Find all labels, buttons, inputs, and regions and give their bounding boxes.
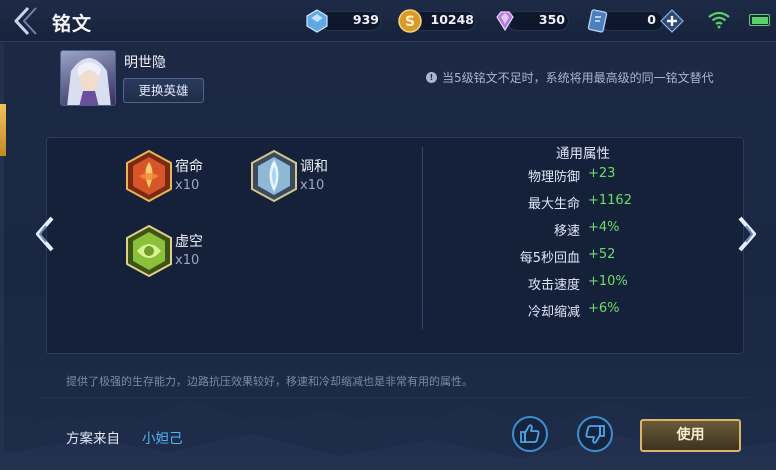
diamond-value: 350	[538, 12, 565, 27]
attribute-value: +52	[588, 247, 616, 262]
info-icon: !	[426, 72, 437, 83]
attribute-row: 攻击速度 +10%	[440, 274, 740, 294]
attribute-name: 最大生命	[527, 197, 580, 212]
wifi-icon	[708, 11, 730, 29]
rune-count: x10	[175, 178, 200, 193]
attribute-value: +1162	[588, 193, 632, 208]
hero-avatar	[60, 50, 116, 106]
harmony-rune-icon	[251, 150, 297, 202]
thumbs-up-icon	[520, 424, 540, 443]
left-accent-bar	[0, 104, 6, 156]
hero-name: 明世隐	[124, 55, 166, 71]
rune-name: 调和	[300, 159, 328, 175]
rune-item-harmony[interactable]: 调和 x10	[250, 150, 360, 206]
attribute-row: 移速 +4%	[440, 220, 740, 240]
attribute-row: 冷却缩减 +6%	[440, 301, 740, 321]
attribute-row: 物理防御 +23	[440, 166, 740, 186]
use-button[interactable]: 使用	[640, 419, 741, 452]
attribute-value: +10%	[588, 274, 628, 289]
swap-hero-button[interactable]: 更换英雄	[123, 78, 204, 103]
bottom-divider	[38, 397, 748, 398]
gold-value: 10248	[430, 12, 475, 27]
like-button[interactable]	[512, 416, 548, 452]
diamond-icon	[496, 11, 514, 32]
attribute-row: 最大生命 +1162	[440, 193, 740, 213]
attribute-value: +6%	[588, 301, 620, 316]
voucher-value: 0	[647, 12, 656, 27]
rune-item-void[interactable]: 虚空 x10	[125, 225, 235, 281]
gold-coin-icon: S	[398, 9, 422, 33]
add-voucher-icon[interactable]	[660, 9, 684, 33]
crystal-icon	[306, 9, 328, 33]
fate-rune-icon	[126, 150, 172, 202]
source-author-link[interactable]: 小妲己	[142, 427, 183, 447]
thumbs-down-icon	[585, 425, 605, 444]
gold-counter: S 10248	[398, 9, 476, 33]
attributes-title: 通用属性	[556, 146, 610, 162]
attribute-name: 冷却缩减	[527, 305, 580, 320]
attribute-name: 移速	[553, 224, 580, 239]
attribute-row: 每5秒回血 +52	[440, 247, 740, 267]
attribute-name: 每5秒回血	[519, 251, 580, 266]
prev-arrow-icon[interactable]	[30, 212, 60, 256]
hero-portrait-icon	[67, 58, 111, 105]
top-bar: 铭文 939 S 10248 350 0	[0, 0, 776, 42]
crystal-value: 939	[352, 12, 379, 27]
page-title: 铭文	[52, 13, 93, 35]
battery-icon	[749, 14, 770, 26]
attribute-name: 攻击速度	[527, 278, 580, 293]
rune-name: 虚空	[175, 234, 203, 250]
voucher-icon	[587, 9, 608, 33]
crystal-counter: 939	[305, 9, 381, 33]
rune-name: 宿命	[175, 159, 203, 175]
panel-divider	[422, 147, 423, 329]
void-rune-icon	[126, 225, 172, 277]
dislike-button[interactable]	[577, 416, 613, 452]
attribute-name: 物理防御	[527, 170, 580, 185]
attribute-value: +23	[588, 166, 616, 181]
diamond-counter: 350	[493, 9, 569, 33]
rune-item-fate[interactable]: 宿命 x10	[125, 150, 235, 206]
rune-notice: ! 当5级铭文不足时，系统将用最高级的同一铭文替代	[426, 69, 714, 86]
attribute-value: +4%	[588, 220, 620, 235]
plan-description: 提供了极强的生存能力，边路抗压效果较好，移速和冷却缩减也是非常有用的属性。	[66, 375, 473, 388]
rune-count: x10	[300, 178, 325, 193]
source-label: 方案来自	[66, 431, 120, 447]
back-arrow-icon[interactable]	[6, 2, 42, 40]
notice-text: 当5级铭文不足时，系统将用最高级的同一铭文替代	[442, 71, 714, 85]
svg-text:S: S	[405, 14, 415, 30]
voucher-counter: 0	[586, 9, 690, 33]
rune-count: x10	[175, 253, 200, 268]
